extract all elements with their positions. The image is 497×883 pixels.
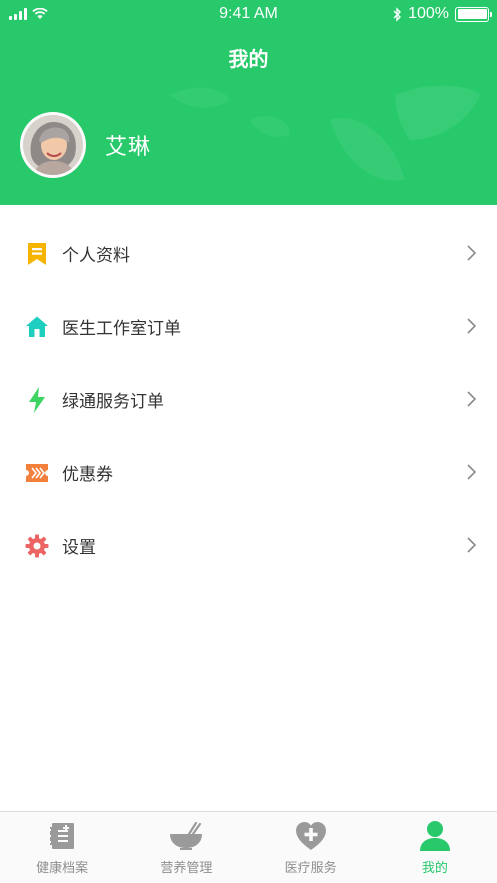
page-title: 我的 xyxy=(228,47,269,71)
chevron-right-icon xyxy=(467,245,476,261)
status-right: 100% xyxy=(393,5,492,23)
menu-list: 个人资料 医生工作室订单 绿通服务订单 优惠券 设置 xyxy=(0,217,497,582)
lightning-icon xyxy=(25,386,49,413)
menu-item-coupons[interactable]: 优惠券 xyxy=(0,436,497,509)
tab-bar: 健康档案 营养管理 医疗服务 我的 xyxy=(0,811,497,883)
menu-item-label: 绿通服务订单 xyxy=(62,392,164,412)
profile-summary[interactable]: 艾琳 xyxy=(20,112,151,178)
menu-item-settings[interactable]: 设置 xyxy=(0,509,497,582)
tab-label: 健康档案 xyxy=(36,861,89,876)
tab-label: 营养管理 xyxy=(160,861,213,876)
health-record-icon xyxy=(44,820,80,852)
tab-health-records[interactable]: 健康档案 xyxy=(0,812,124,883)
battery-icon xyxy=(455,6,492,22)
avatar[interactable] xyxy=(20,112,86,178)
medical-heart-icon xyxy=(293,820,329,852)
bowl-icon xyxy=(168,820,204,852)
chevron-right-icon xyxy=(467,318,476,334)
tab-mine[interactable]: 我的 xyxy=(373,812,497,883)
chevron-right-icon xyxy=(467,391,476,407)
person-icon xyxy=(417,820,453,852)
house-icon xyxy=(25,315,49,339)
profile-screen: 9:41 AM 100% 我的 艾琳 个人资料 医生工作室订单 绿通服务订单 优… xyxy=(0,0,497,883)
menu-item-doctor-studio-orders[interactable]: 医生工作室订单 xyxy=(0,290,497,363)
ticket-icon xyxy=(25,461,49,485)
tab-label: 我的 xyxy=(421,861,448,876)
user-name: 艾琳 xyxy=(105,135,152,160)
menu-item-label: 设置 xyxy=(62,538,96,558)
bookmark-icon xyxy=(25,242,49,266)
menu-item-label: 医生工作室订单 xyxy=(62,319,181,339)
gear-icon xyxy=(25,534,49,558)
tab-nutrition[interactable]: 营养管理 xyxy=(124,812,248,883)
bluetooth-icon xyxy=(393,6,402,22)
status-bar: 9:41 AM 100% xyxy=(0,0,497,28)
tab-label: 医疗服务 xyxy=(284,861,337,876)
menu-item-label: 个人资料 xyxy=(62,246,130,266)
chevron-right-icon xyxy=(467,537,476,553)
chevron-right-icon xyxy=(467,464,476,480)
avatar-image xyxy=(23,115,83,175)
menu-item-label: 优惠券 xyxy=(62,465,113,485)
tab-medical-services[interactable]: 医疗服务 xyxy=(249,812,373,883)
menu-item-green-channel-orders[interactable]: 绿通服务订单 xyxy=(0,363,497,436)
menu-item-profile[interactable]: 个人资料 xyxy=(0,217,497,290)
battery-percent: 100% xyxy=(408,5,449,22)
header: 9:41 AM 100% 我的 艾琳 xyxy=(0,0,497,205)
